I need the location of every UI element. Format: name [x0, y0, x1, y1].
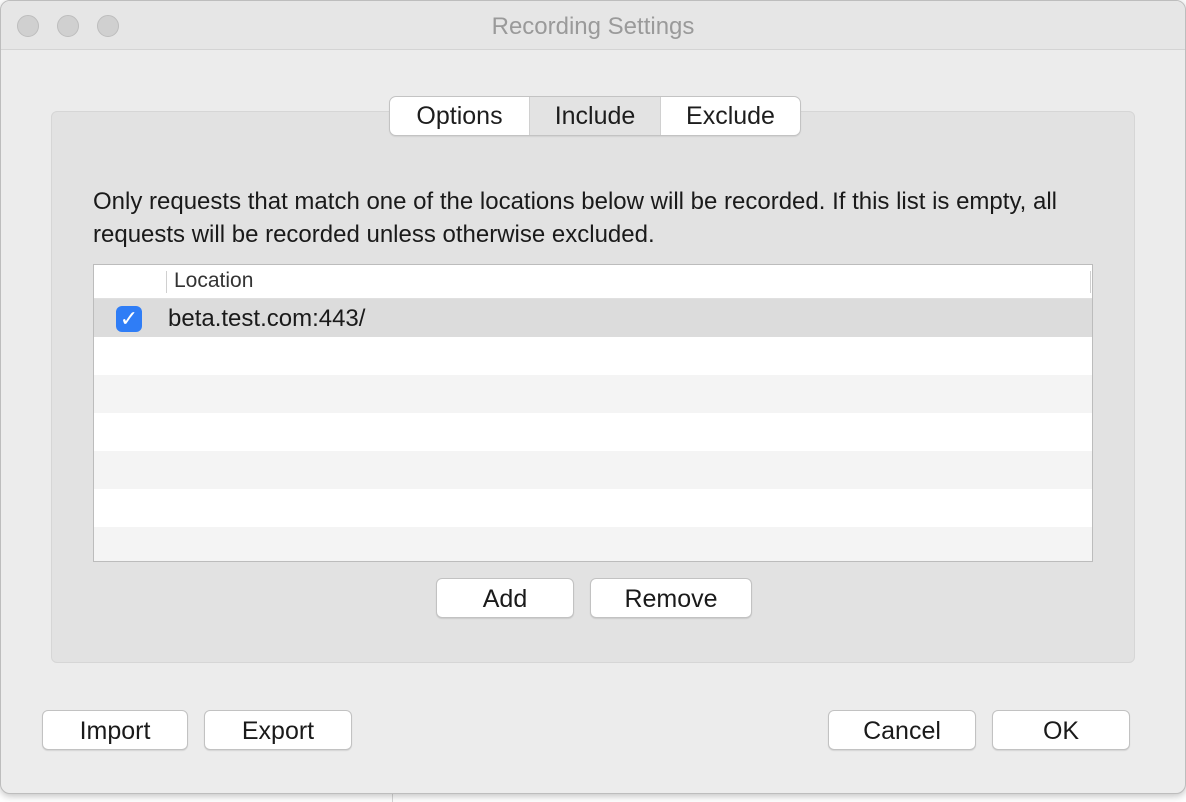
tab-exclude[interactable]: Exclude: [660, 97, 800, 135]
empty-row: [94, 451, 1092, 489]
locations-table[interactable]: Location ✓ beta.test.com:443/: [93, 264, 1093, 562]
add-button[interactable]: Add: [436, 578, 574, 618]
import-button[interactable]: Import: [42, 710, 188, 750]
window-title: Recording Settings: [491, 13, 695, 40]
column-divider: [166, 271, 167, 293]
tab-options[interactable]: Options: [390, 97, 530, 135]
tab-include[interactable]: Include: [530, 97, 660, 135]
table-header: Location: [94, 265, 1092, 299]
cancel-button[interactable]: Cancel: [828, 710, 976, 750]
remove-button[interactable]: Remove: [590, 578, 752, 618]
empty-row: [94, 337, 1092, 375]
checkmark-icon[interactable]: ✓: [116, 306, 142, 332]
table-row[interactable]: ✓ beta.test.com:443/: [94, 299, 1092, 337]
empty-row: [94, 375, 1092, 413]
location-cell: beta.test.com:443/: [168, 305, 366, 332]
include-description: Only requests that match one of the loca…: [93, 188, 1058, 248]
empty-row: [94, 527, 1092, 561]
export-button[interactable]: Export: [204, 710, 352, 750]
title-bar: Recording Settings: [1, 1, 1185, 50]
empty-row: [94, 489, 1092, 527]
column-divider: [1090, 271, 1091, 293]
settings-tabs: Options Include Exclude: [389, 96, 801, 136]
empty-row: [94, 413, 1092, 451]
column-header-location[interactable]: Location: [174, 269, 253, 293]
ok-button[interactable]: OK: [992, 710, 1130, 750]
recording-settings-dialog: Recording Settings Options Include Exclu…: [0, 0, 1186, 794]
